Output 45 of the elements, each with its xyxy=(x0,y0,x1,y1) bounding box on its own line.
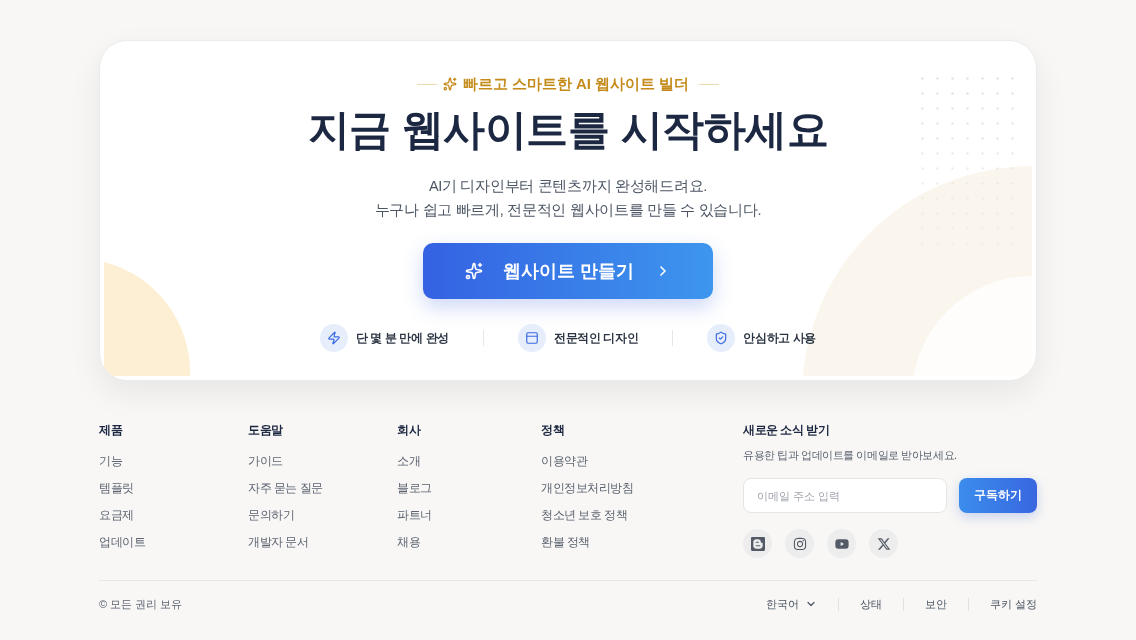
footer-link[interactable]: 자주 묻는 질문 xyxy=(248,478,323,498)
footer-heading: 정책 xyxy=(541,422,565,439)
footer-link[interactable]: 요금제 xyxy=(99,505,134,525)
footer-heading: 도움말 xyxy=(248,422,283,439)
x-logo-icon[interactable] xyxy=(869,529,898,558)
copyright-text: © 모든 권리 보유 xyxy=(99,597,183,612)
feature-label: 전문적인 디자인 xyxy=(553,331,639,346)
newsletter-heading: 새로운 소식 받기 xyxy=(743,422,830,439)
instagram-icon[interactable] xyxy=(785,529,814,558)
footer-link[interactable]: 템플릿 xyxy=(99,478,134,498)
language-selector[interactable]: 한국어 xyxy=(765,594,817,614)
footer-bottom-link[interactable]: 상태 xyxy=(859,594,882,614)
subscribe-button[interactable]: 구독하기 xyxy=(959,478,1037,513)
create-website-button[interactable]: 웹사이트 만들기 xyxy=(423,243,713,299)
panel-icon xyxy=(517,324,546,352)
footer-link[interactable]: 업데이트 xyxy=(99,532,146,552)
youtube-icon[interactable] xyxy=(827,529,856,558)
footer-link[interactable]: 문의하기 xyxy=(248,505,295,525)
feature-label: 단 몇 분 만에 완성 xyxy=(355,331,449,346)
footer-link[interactable]: 개인정보처리방침 xyxy=(541,478,634,498)
footer-heading: 제품 xyxy=(99,422,123,439)
shield-check-icon xyxy=(707,324,736,352)
feature-label: 안심하고 사용 xyxy=(743,331,817,346)
b-logo-icon[interactable] xyxy=(743,529,772,558)
footer-link[interactable]: 가이드 xyxy=(248,451,283,471)
footer-bottom-link[interactable]: 쿠키 설정 xyxy=(989,594,1037,614)
footer-link[interactable]: 개발자 문서 xyxy=(248,532,309,552)
sparkle-icon xyxy=(442,77,457,91)
footer-link[interactable]: 이용약관 xyxy=(541,451,588,471)
footer-link[interactable]: 청소년 보호 정책 xyxy=(541,505,628,525)
footer-link[interactable]: 환불 정책 xyxy=(541,532,590,552)
hero-eyebrow: 빠르고 스마트한 AI 웹사이트 빌더 xyxy=(462,74,690,94)
footer-link[interactable]: 채용 xyxy=(397,532,421,552)
footer-link[interactable]: 소개 xyxy=(397,451,421,471)
sparkle-icon xyxy=(465,262,484,280)
footer-heading: 회사 xyxy=(397,422,421,439)
footer-link[interactable]: 파트너 xyxy=(397,505,432,525)
lightning-icon xyxy=(319,324,348,352)
footer-link[interactable]: 기능 xyxy=(99,451,123,471)
email-field[interactable]: 이메일 주소 입력 xyxy=(743,478,947,513)
hero-title: 지금 웹사이트를 시작하세요 xyxy=(307,105,829,155)
hero-subtitle: AI기 디자인부터 콘텐츠까지 완성해드려요. 누구나 쉽고 빠르게, 전문적인 웹사이트를 만들 수 있습니다. xyxy=(374,177,762,220)
newsletter-text: 유용한 팁과 업데이트를 이메일로 받아보세요. xyxy=(743,448,957,463)
footer-link[interactable]: 블로그 xyxy=(397,478,432,498)
footer-bottom-link[interactable]: 보안 xyxy=(924,594,947,614)
